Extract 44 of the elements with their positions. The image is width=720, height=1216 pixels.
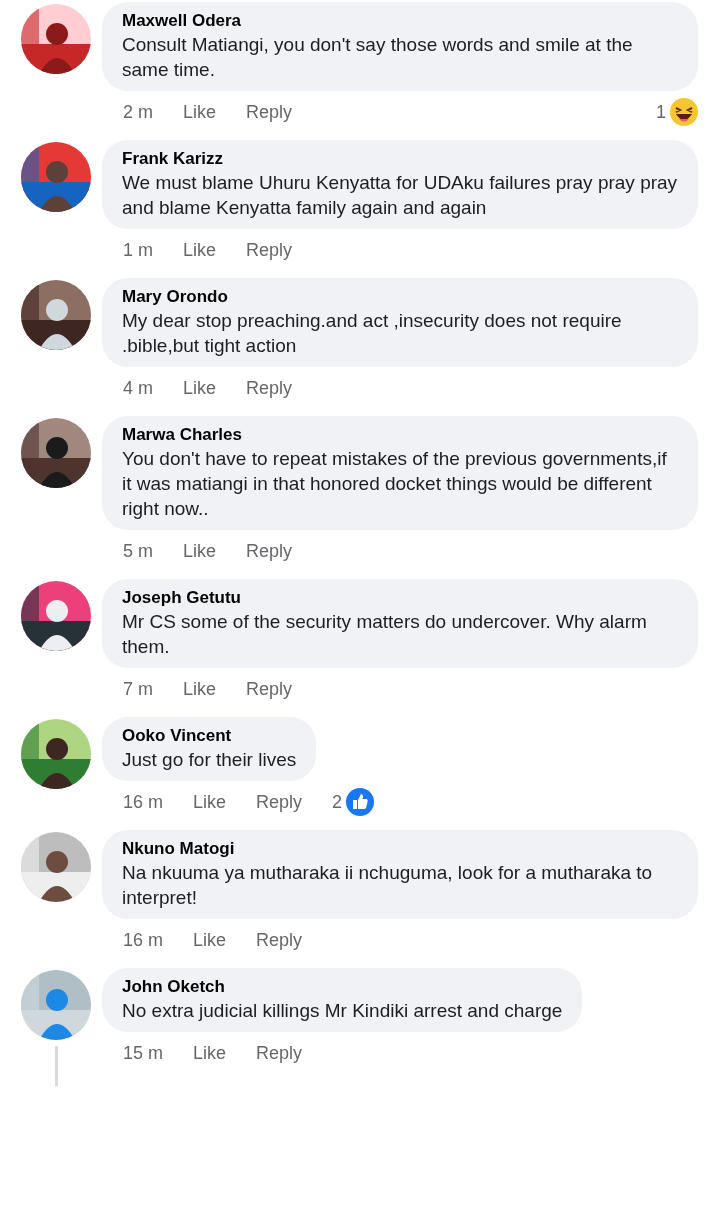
reply-button[interactable]: Reply xyxy=(256,929,303,951)
author-name[interactable]: Marwa Charles xyxy=(122,424,678,446)
timestamp: 5 m xyxy=(123,540,153,562)
like-button[interactable]: Like xyxy=(193,791,227,813)
timestamp: 4 m xyxy=(123,377,153,399)
author-name[interactable]: Ooko Vincent xyxy=(122,725,297,747)
author-name[interactable]: Mary Orondo xyxy=(122,286,678,308)
comment-text: Na nkuuma ya mutharaka ii nchuguma, look for a mutharaka to interpret! xyxy=(122,861,654,910)
like-button[interactable]: Like xyxy=(183,101,217,123)
comment-text: Just go for their lives xyxy=(122,748,297,772)
reaction-count: 2 xyxy=(332,791,343,813)
like-button[interactable]: Like xyxy=(183,540,217,562)
timestamp: 2 m xyxy=(123,101,153,123)
timestamp: 16 m xyxy=(123,791,164,813)
comment-text: My dear stop preaching.and act ,insecurity does not require .bible,but tight action xyxy=(122,309,623,358)
comment-text: No extra judicial killings Mr Kindiki arrest and charge xyxy=(122,999,563,1023)
reaction-count: 1 xyxy=(656,101,666,123)
reply-button[interactable]: Reply xyxy=(246,377,293,399)
timestamp: 1 m xyxy=(123,239,153,261)
like-button[interactable]: Like xyxy=(183,678,217,700)
author-name[interactable]: Joseph Getutu xyxy=(122,587,678,609)
like-button[interactable]: Like xyxy=(193,1042,227,1064)
timestamp: 16 m xyxy=(123,929,164,951)
reply-button[interactable]: Reply xyxy=(256,1042,303,1064)
comment-text: You don't have to repeat mistakes of the previous governments,if it was matiangi in that honored docket things would be different right now.. xyxy=(122,447,668,521)
reply-button[interactable]: Reply xyxy=(256,791,303,813)
comment-text: Consult Matiangi, you don't say those words and smile at the same time. xyxy=(122,33,634,82)
comment-text: Mr CS some of the security matters do undercover. Why alarm them. xyxy=(122,610,648,659)
reply-button[interactable]: Reply xyxy=(246,678,293,700)
timestamp: 15 m xyxy=(123,1042,164,1064)
timestamp: 7 m xyxy=(123,678,153,700)
reply-button[interactable]: Reply xyxy=(246,101,293,123)
reply-button[interactable]: Reply xyxy=(246,239,293,261)
like-button[interactable]: Like xyxy=(183,377,217,399)
like-button[interactable]: Like xyxy=(193,929,227,951)
comment-text: We must blame Uhuru Kenyatta for UDAku failures pray pray pray and blame Kenyatta family again and again xyxy=(122,171,678,220)
reply-button[interactable]: Reply xyxy=(246,540,293,562)
laughing-emoji-icon xyxy=(670,98,698,126)
author-name[interactable]: Maxwell Odera xyxy=(122,10,678,32)
author-name[interactable]: Frank Karizz xyxy=(122,148,678,170)
like-button[interactable]: Like xyxy=(183,239,217,261)
thumbs-up-icon xyxy=(346,788,375,816)
author-name[interactable]: Nkuno Matogi xyxy=(122,838,678,860)
author-name[interactable]: John Oketch xyxy=(122,976,563,998)
